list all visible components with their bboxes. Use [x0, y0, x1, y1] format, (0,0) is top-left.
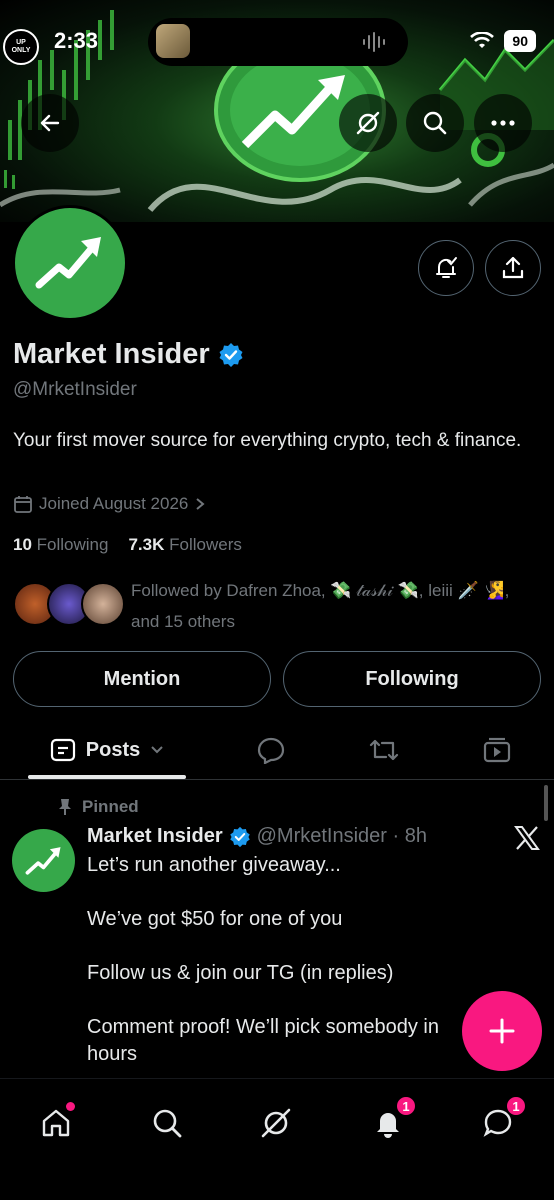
post-line: Follow us & join our TG (in replies)	[87, 962, 394, 984]
now-playing-thumbnail	[156, 24, 190, 58]
share-icon	[502, 256, 524, 279]
following-label: Following	[36, 535, 109, 554]
tab-posts-label: Posts	[85, 738, 141, 761]
pinned-text: Pinned	[82, 797, 139, 816]
dynamic-island[interactable]	[148, 18, 408, 66]
wifi-icon	[470, 32, 495, 48]
post-body[interactable]: Let’s run another giveaway... We’ve got …	[87, 852, 527, 1068]
following-count-link[interactable]: 10 Following	[13, 535, 108, 555]
nav-messages[interactable]: 1	[472, 1095, 527, 1149]
verified-badge-icon	[219, 342, 243, 367]
followers-label: Followers	[169, 535, 242, 554]
followed-by-text[interactable]: Followed by Dafren Zhoa, 💸 𝓉𝒶𝓈𝒽𝒾 💸, leii…	[131, 575, 541, 637]
profile-bio: Your first mover source for everything c…	[13, 430, 522, 451]
arrow-left-icon	[40, 114, 60, 132]
up-only-icon: UP ONLY	[3, 29, 39, 65]
notify-toggle-button[interactable]	[418, 240, 474, 296]
post-avatar[interactable]	[12, 829, 75, 892]
bell-check-icon	[436, 257, 457, 278]
home-icon	[42, 1109, 70, 1137]
tab-posts[interactable]: Posts	[28, 722, 186, 778]
audio-wave-icon	[363, 32, 385, 52]
pin-icon	[59, 799, 71, 815]
post-line: hours	[87, 1043, 138, 1065]
nav-home[interactable]	[30, 1097, 82, 1149]
mention-button[interactable]: Mention	[13, 651, 271, 707]
verified-badge-icon	[229, 826, 250, 847]
chevron-right-icon	[196, 498, 205, 510]
compose-post-button[interactable]	[462, 991, 542, 1071]
joined-date[interactable]: Joined August 2026	[13, 494, 206, 514]
messages-badge: 1	[505, 1095, 527, 1117]
back-button[interactable]	[21, 94, 79, 152]
x-logo-icon[interactable]	[514, 826, 540, 850]
profile-name: Market Insider	[13, 338, 244, 371]
repost-icon	[369, 739, 399, 761]
search-icon	[423, 111, 447, 135]
scrollbar[interactable]	[544, 785, 548, 821]
chart-up-logo-icon	[35, 237, 101, 289]
grok-icon	[261, 1108, 291, 1138]
following-count: 10	[13, 535, 32, 554]
tab-media[interactable]	[468, 722, 526, 778]
bottom-nav: 1 1	[0, 1078, 554, 1200]
profile-tabs: Posts	[0, 722, 554, 780]
profile-name-text: Market Insider	[13, 338, 210, 370]
notifications-badge: 1	[395, 1095, 417, 1117]
post-header: Market Insider @MrketInsider · 8h	[87, 825, 427, 848]
post-line: Let’s run another giveaway...	[87, 854, 341, 876]
profile-handle: @MrketInsider	[13, 379, 137, 400]
reply-icon	[257, 737, 285, 764]
chevron-down-icon	[151, 746, 163, 754]
share-button[interactable]	[485, 240, 541, 296]
more-button[interactable]	[474, 94, 532, 152]
followers-count: 7.3K	[128, 535, 165, 554]
active-tab-indicator	[28, 775, 186, 779]
search-button[interactable]	[406, 94, 464, 152]
home-notification-dot	[66, 1102, 75, 1111]
post-author[interactable]: Market Insider	[87, 825, 223, 848]
avatar	[81, 582, 125, 626]
profile-avatar[interactable]	[12, 205, 128, 321]
post-handle-time: @MrketInsider · 8h	[256, 825, 427, 847]
posts-icon	[50, 738, 75, 762]
following-button[interactable]: Following	[283, 651, 541, 707]
nav-grok[interactable]	[250, 1097, 302, 1149]
pinned-label: Pinned	[58, 797, 139, 817]
post-line: We’ve got $50 for one of you	[87, 908, 343, 930]
grok-icon	[356, 111, 380, 135]
status-right: 90	[470, 30, 536, 52]
calendar-icon	[14, 496, 32, 513]
battery-indicator: 90	[504, 30, 536, 52]
status-bar: UP ONLY 2:33 90	[0, 0, 554, 80]
joined-text: Joined August 2026	[39, 494, 189, 513]
grok-button[interactable]	[339, 94, 397, 152]
mutual-followers-avatars[interactable]	[13, 582, 125, 628]
more-icon	[491, 120, 515, 126]
tab-replies[interactable]	[242, 722, 300, 778]
tab-reposts[interactable]	[355, 722, 413, 778]
plus-icon	[489, 1018, 515, 1044]
followers-count-link[interactable]: 7.3K Followers	[128, 535, 241, 555]
nav-search[interactable]	[141, 1097, 193, 1149]
post-line: Comment proof! We’ll pick somebody in	[87, 1016, 439, 1038]
media-icon	[483, 737, 511, 763]
search-icon	[153, 1109, 182, 1138]
clock: 2:33	[54, 28, 99, 53]
chart-up-logo-icon	[25, 846, 61, 875]
nav-notifications[interactable]: 1	[362, 1095, 417, 1149]
follow-stats: 10 Following 7.3K Followers	[13, 535, 242, 555]
